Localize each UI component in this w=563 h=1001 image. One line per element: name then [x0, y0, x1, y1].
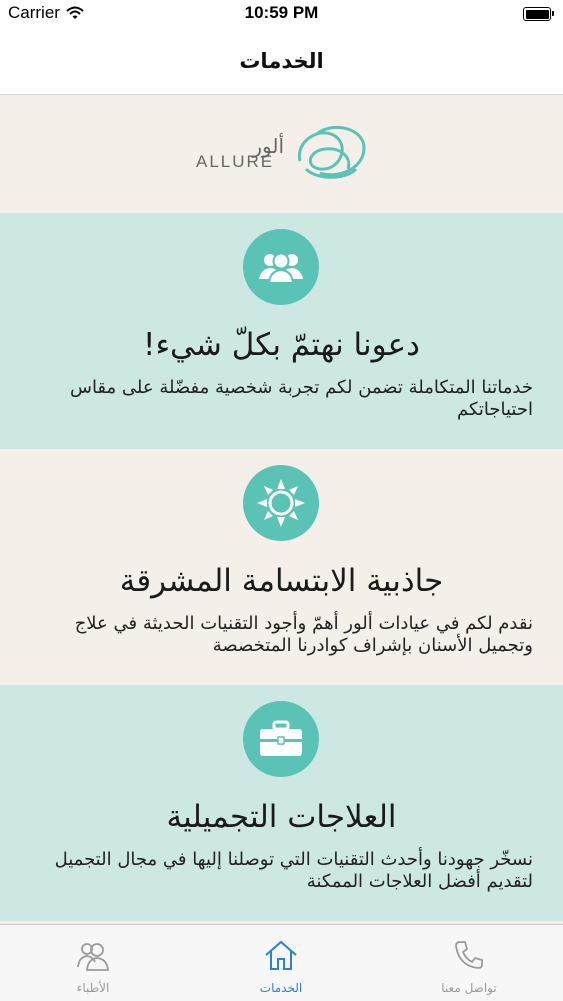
- home-icon: [265, 940, 297, 970]
- battery-icon: [523, 7, 554, 21]
- sun-icon-badge: [243, 465, 319, 541]
- tab-contact-us[interactable]: تواصل معنا: [409, 925, 529, 1001]
- status-bar: Carrier 10:59 PM: [0, 0, 563, 28]
- service-title: دعونا نهتمّ بكلّ شيء!: [143, 327, 420, 363]
- doctors-icon: [77, 943, 109, 971]
- tab-label: الأطباء: [76, 981, 110, 995]
- sun-icon: [257, 479, 305, 527]
- service-card-smile[interactable]: جاذبية الابتسامة المشرقة نقدم لكم في عيا…: [0, 449, 563, 685]
- tab-label: الخدمات: [259, 981, 303, 995]
- users-icon-badge: [243, 229, 319, 305]
- tab-label: تواصل معنا: [441, 981, 497, 995]
- brand-name-english: ALLURE: [196, 152, 275, 171]
- clock: 10:59 PM: [244, 3, 319, 22]
- service-description: نسخّر جهودنا وأحدث التقنيات التي توصلنا …: [54, 849, 533, 892]
- tab-doctors[interactable]: الأطباء: [33, 925, 153, 1001]
- briefcase-icon: [260, 720, 302, 756]
- page-title: الخدمات: [239, 49, 324, 73]
- navigation-bar: الخدمات: [0, 28, 563, 95]
- service-title: جاذبية الابتسامة المشرقة: [119, 563, 444, 599]
- tab-bar: تواصل معنا الخدمات الأطباء: [0, 924, 563, 1001]
- users-icon: [259, 252, 303, 284]
- service-card-care[interactable]: دعونا نهتمّ بكلّ شيء! خدماتنا المتكاملة …: [0, 213, 563, 449]
- service-card-cosmetic[interactable]: العلاجات التجميلية نسخّر جهودنا وأحدث ال…: [0, 685, 563, 921]
- service-title: العلاجات التجميلية: [166, 799, 397, 835]
- service-description: نقدم لكم في عيادات ألور أهمّ وأجود التقن…: [74, 613, 533, 656]
- service-description: خدماتنا المتكاملة تضمن لكم تجربة شخصية م…: [69, 377, 533, 420]
- tab-services[interactable]: الخدمات: [221, 925, 341, 1001]
- phone-icon: [455, 941, 483, 969]
- allure-logo-icon: [297, 125, 366, 179]
- briefcase-icon-badge: [243, 701, 319, 777]
